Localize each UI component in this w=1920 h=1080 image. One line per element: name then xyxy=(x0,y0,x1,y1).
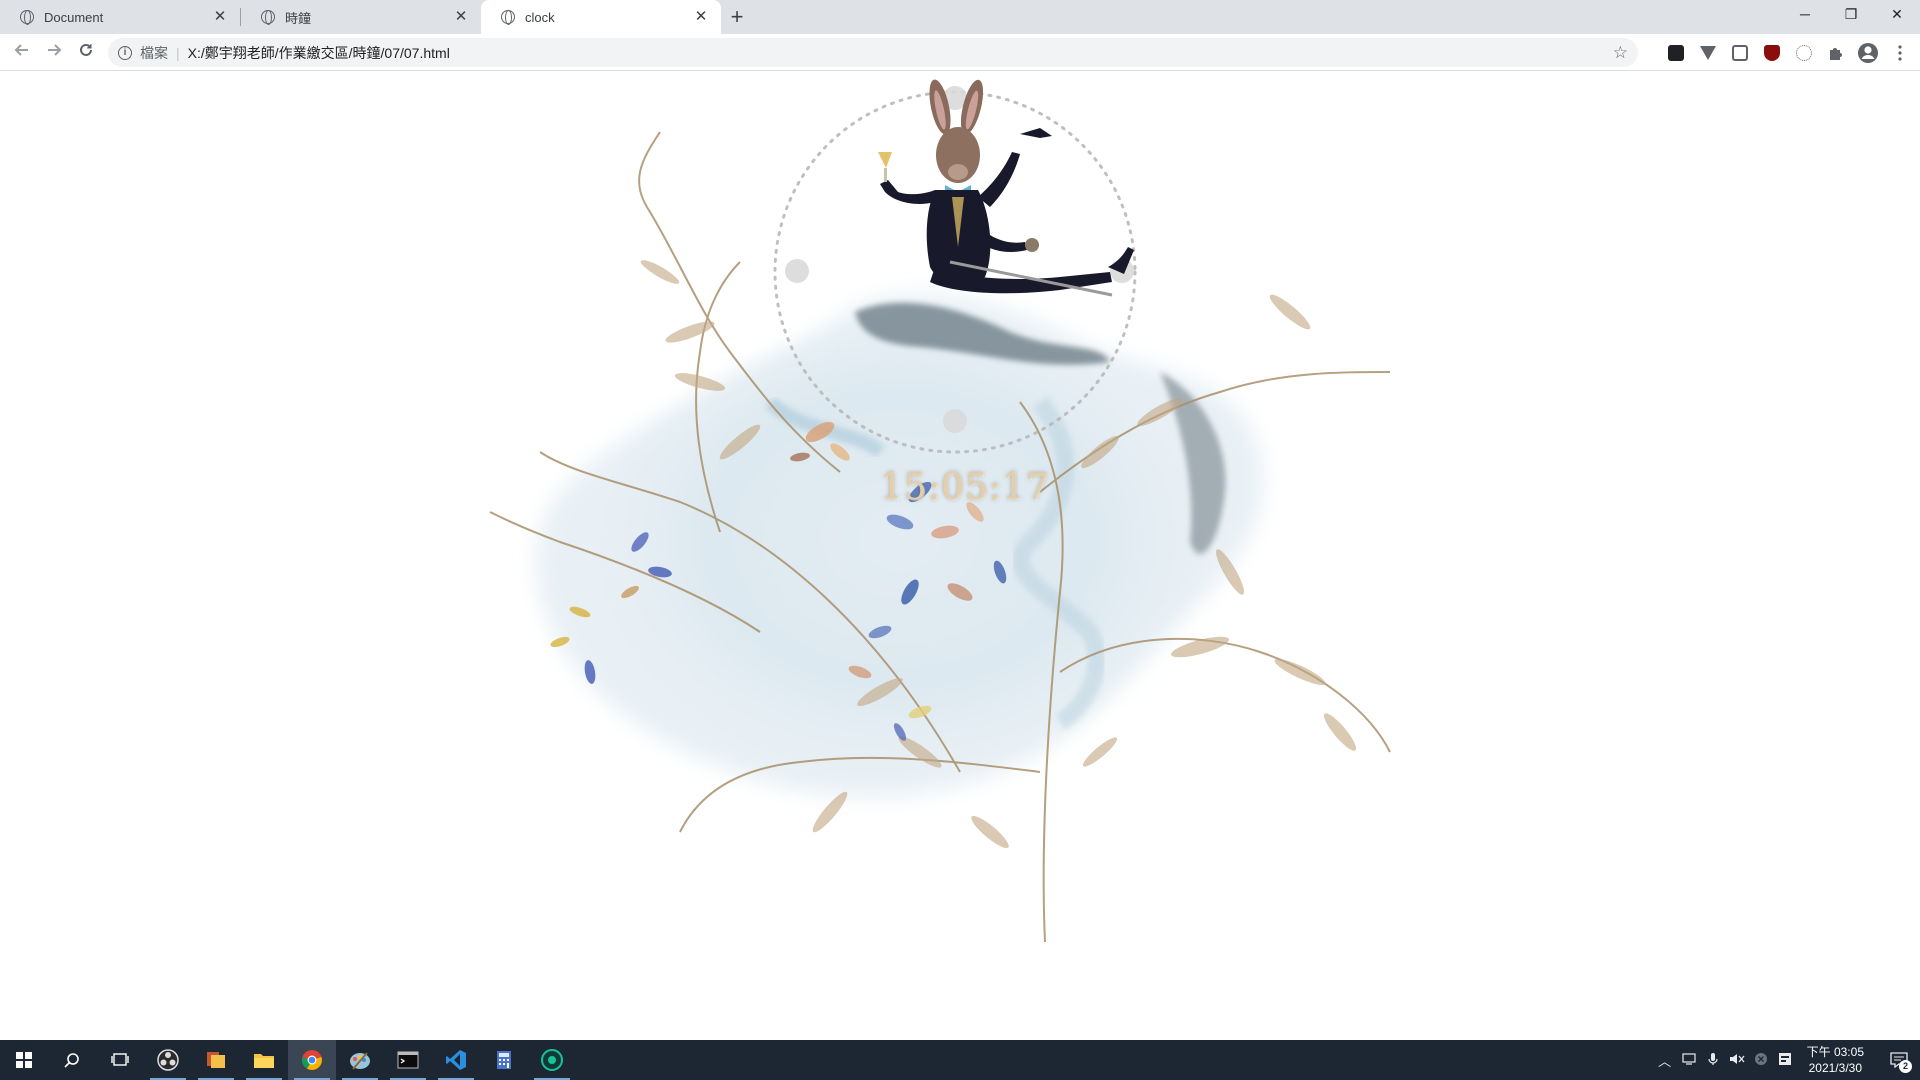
tab-clock-zh[interactable]: 時鐘 ✕ xyxy=(241,0,481,34)
tab-title: 時鐘 xyxy=(285,10,312,26)
window-controls: ─ ❐ ✕ xyxy=(1782,0,1920,30)
browser-toolbar: i 檔案 | X:/鄭宇翔老師/作業繳交區/時鐘/07/07.html ☆ xyxy=(0,34,1920,71)
globe-icon xyxy=(501,10,515,25)
folder-icon xyxy=(254,1054,274,1068)
digital-clock-time: 15:05:17 xyxy=(880,467,1050,508)
watercolor-wash xyxy=(535,294,1264,798)
taskbar-app-recorder[interactable] xyxy=(528,1040,576,1080)
search-button[interactable] xyxy=(48,1040,96,1080)
tab-close-icon[interactable]: ✕ xyxy=(453,9,469,25)
rabbit-figure xyxy=(878,79,1134,297)
calculator-icon xyxy=(497,1051,511,1069)
taskbar-app-calculator[interactable] xyxy=(480,1040,528,1080)
taskbar-clock[interactable]: 下午 03:05 2021/3/30 xyxy=(1807,1044,1864,1076)
forward-button[interactable] xyxy=(38,36,70,68)
kebab-menu-icon xyxy=(1898,44,1902,61)
windows-taskbar: ︿ 下午 03:05 2021/3/30 2 xyxy=(0,1040,1920,1080)
tab-title: clock xyxy=(525,9,555,25)
chrome-icon xyxy=(301,1050,322,1070)
address-url[interactable]: X:/鄭宇翔老師/作業繳交區/時鐘/07/07.html xyxy=(188,43,450,63)
reload-button[interactable] xyxy=(70,36,102,68)
network-icon[interactable] xyxy=(1677,1052,1701,1068)
close-window-button[interactable]: ✕ xyxy=(1874,0,1920,30)
minimize-button[interactable]: ─ xyxy=(1782,0,1828,30)
taskbar-app-paint[interactable] xyxy=(336,1040,384,1080)
task-view-icon xyxy=(111,1053,129,1066)
globe-icon xyxy=(261,10,275,25)
taskbar-app-obs[interactable] xyxy=(144,1040,192,1080)
screenshot-icon xyxy=(1732,44,1748,61)
back-button[interactable] xyxy=(6,36,38,68)
palette-icon xyxy=(350,1052,370,1070)
notification-count-badge: 2 xyxy=(1899,1060,1912,1073)
puzzle-icon xyxy=(1830,47,1842,60)
restore-button[interactable]: ❐ xyxy=(1828,0,1874,30)
taskbar-app-terminal[interactable] xyxy=(384,1040,432,1080)
task-view-button[interactable] xyxy=(96,1040,144,1080)
microphone-icon[interactable] xyxy=(1701,1052,1725,1069)
browser-tab-strip: Document ✕ 時鐘 ✕ clock ✕ + ─ ❐ ✕ xyxy=(0,0,1920,34)
ublock-shield-icon xyxy=(1764,44,1780,61)
page-artwork xyxy=(489,79,1391,943)
notification-center-button[interactable]: 2 xyxy=(1878,1040,1920,1080)
tab-document[interactable]: Document ✕ xyxy=(0,0,240,34)
extension-button[interactable] xyxy=(1756,38,1788,67)
wave-icon xyxy=(1796,44,1812,61)
tab-title: Document xyxy=(44,9,104,25)
taskbar-date: 2021/3/30 xyxy=(1808,1061,1862,1075)
windows-logo-icon xyxy=(16,1052,32,1068)
profile-button[interactable] xyxy=(1852,38,1884,67)
vue-devtools-icon xyxy=(1700,45,1716,60)
taskbar-app-file-manager[interactable] xyxy=(192,1040,240,1080)
address-bar[interactable]: i 檔案 | X:/鄭宇翔老師/作業繳交區/時鐘/07/07.html ☆ xyxy=(108,38,1638,67)
system-tray: ︿ 下午 03:05 2021/3/30 2 xyxy=(1653,1040,1920,1080)
terminal-icon xyxy=(397,1051,419,1069)
bookmark-star-icon[interactable]: ☆ xyxy=(1613,43,1628,63)
tab-close-icon[interactable]: ✕ xyxy=(212,9,228,25)
obs-icon xyxy=(157,1049,179,1071)
extension-button[interactable] xyxy=(1660,38,1692,67)
tray-expand-chevron-icon[interactable]: ︿ xyxy=(1653,1051,1677,1070)
extensions-puzzle-button[interactable] xyxy=(1820,38,1852,67)
tampermonkey-icon xyxy=(1668,44,1684,61)
extension-button[interactable] xyxy=(1724,38,1756,67)
extensions-area xyxy=(1660,38,1916,67)
address-divider: | xyxy=(176,44,180,61)
page-viewport: 15:05:17 xyxy=(0,72,1920,1040)
reload-icon xyxy=(80,43,92,56)
search-icon xyxy=(64,1053,79,1068)
scheme-label: 檔案 xyxy=(140,44,168,61)
taskbar-app-chrome[interactable] xyxy=(288,1040,336,1080)
recorder-icon xyxy=(541,1049,563,1071)
globe-icon xyxy=(20,10,34,25)
vscode-icon xyxy=(446,1050,466,1070)
speaker-muted-icon[interactable] xyxy=(1725,1052,1749,1069)
status-x-icon[interactable] xyxy=(1749,1052,1773,1069)
taskbar-app-explorer[interactable] xyxy=(240,1040,288,1080)
input-method-icon[interactable] xyxy=(1773,1052,1797,1069)
tab-clock[interactable]: clock ✕ xyxy=(481,0,721,34)
start-button[interactable] xyxy=(0,1040,48,1080)
clock-marker-9 xyxy=(785,259,809,283)
info-icon[interactable]: i xyxy=(118,45,132,60)
taskbar-app-vscode[interactable] xyxy=(432,1040,480,1080)
tab-close-icon[interactable]: ✕ xyxy=(693,9,709,25)
taskbar-time: 下午 03:05 xyxy=(1806,1045,1864,1059)
new-tab-button[interactable]: + xyxy=(721,0,753,34)
extension-button[interactable] xyxy=(1692,38,1724,67)
clock-marker-6 xyxy=(943,409,967,433)
avatar xyxy=(1858,42,1878,63)
arrow-left-icon xyxy=(14,44,28,56)
arrow-right-icon xyxy=(48,44,62,56)
extension-button[interactable] xyxy=(1788,38,1820,67)
folder-stack-icon xyxy=(207,1052,225,1068)
browser-menu-button[interactable] xyxy=(1884,38,1916,67)
